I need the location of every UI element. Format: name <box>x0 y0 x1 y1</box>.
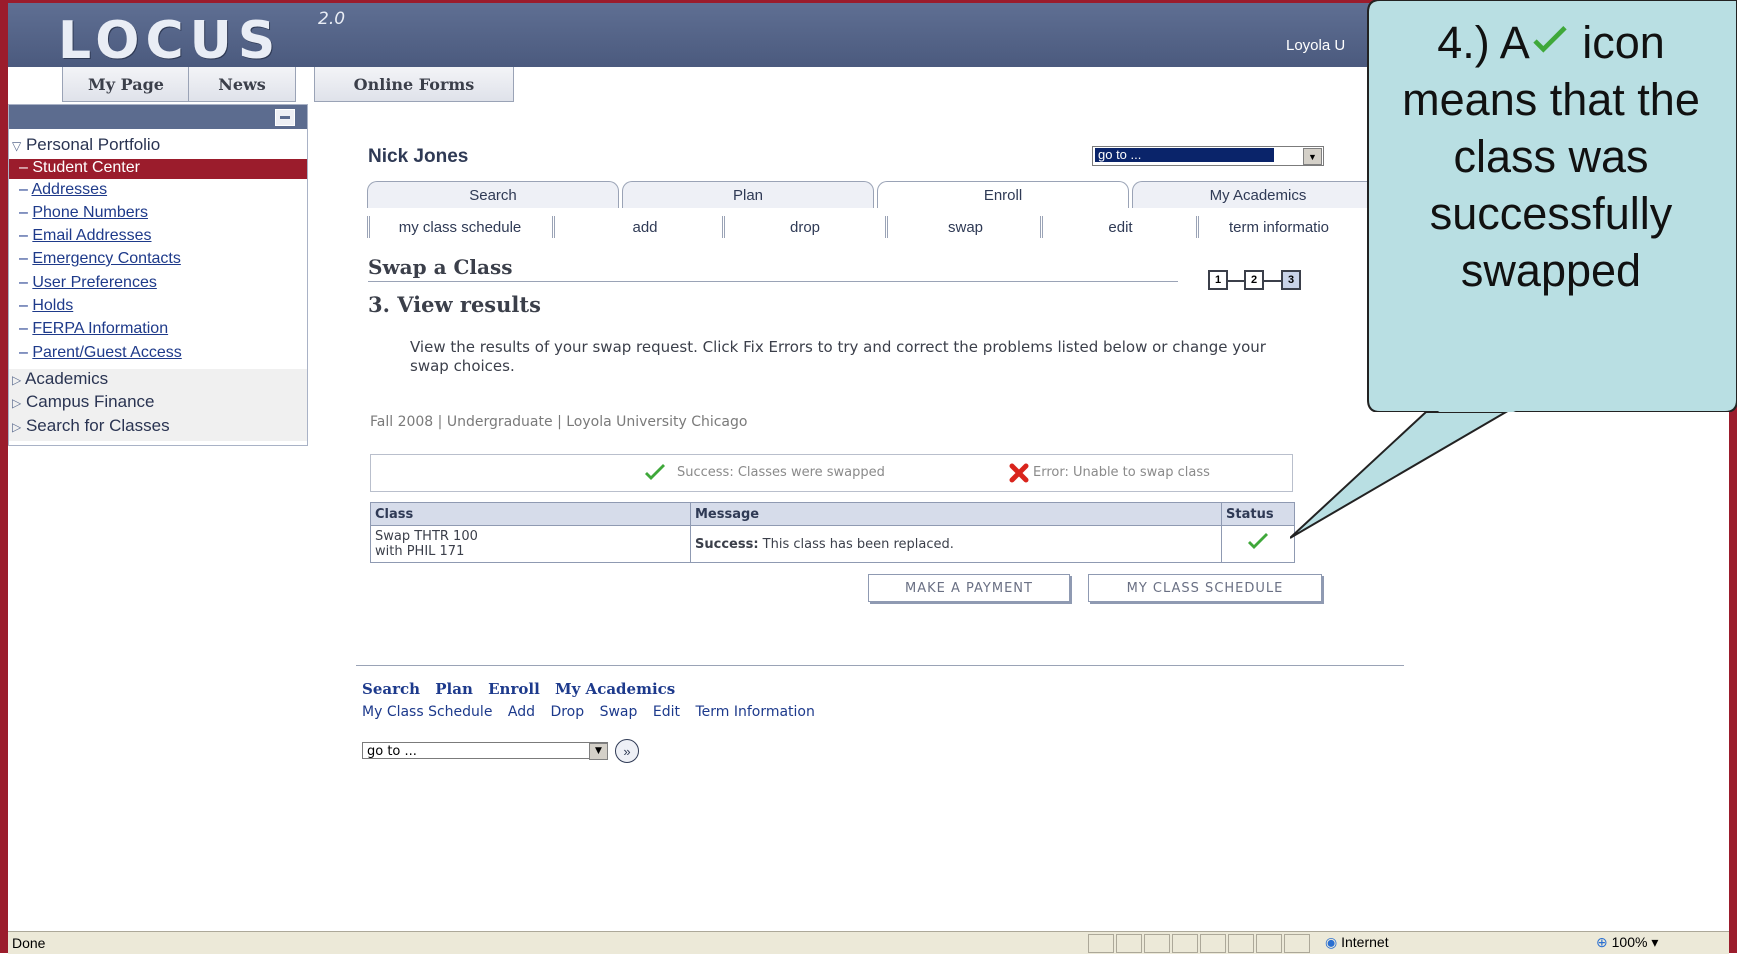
message-cell: Success: This class has been replaced. <box>690 525 1222 563</box>
link-term-information[interactable]: Term Information <box>695 704 814 720</box>
triangle-right-icon: ▷ <box>12 396 22 410</box>
browser-status-bar: Done ◉ Internet ⊕ 100% ▾ <box>8 931 1729 954</box>
footer-links-sub: My Class Schedule Add Drop Swap Edit Ter… <box>362 704 826 720</box>
my-class-schedule-button[interactable]: MY CLASS SCHEDULE <box>1088 574 1322 602</box>
student-name: Nick Jones <box>368 146 469 167</box>
subtab-term-information[interactable]: term informatio <box>1196 216 1359 238</box>
sidebar-header <box>9 105 307 129</box>
subtab-drop[interactable]: drop <box>722 216 885 238</box>
table-header-row: Class Message Status <box>370 502 1295 526</box>
sidebar-item-user-preferences[interactable]: – User Preferences <box>19 274 157 292</box>
tab-my-academics[interactable]: My Academics <box>1132 181 1384 208</box>
sidebar-menu: ▽ Personal Portfolio – Student Center – … <box>8 104 308 446</box>
status-text: Done <box>12 935 46 951</box>
sidebar-section-search-classes[interactable]: ▷ Search for Classes <box>12 416 170 436</box>
goto-select-top[interactable]: go to ... ▼ <box>1092 146 1324 166</box>
app-logo: LOCUS <box>58 11 282 71</box>
subtab-add[interactable]: add <box>552 216 735 238</box>
results-table: Class Message Status Swap THTR 100 with … <box>370 502 1295 563</box>
step-title: 3. View results <box>368 292 541 317</box>
link-enroll[interactable]: Enroll <box>488 680 540 698</box>
sidebar-item-parent-guest[interactable]: – Parent/Guest Access <box>19 344 182 362</box>
internet-zone: ◉ Internet <box>1325 934 1389 950</box>
error-x-icon <box>1009 463 1029 483</box>
sidebar-section-academics[interactable]: ▷ Academics <box>12 369 108 389</box>
organization-name: Loyola U <box>1286 37 1346 54</box>
step-indicator-2: 2 <box>1244 270 1264 290</box>
triangle-down-icon: ▽ <box>12 139 22 153</box>
nav-tab-news[interactable]: News <box>188 67 296 102</box>
link-drop[interactable]: Drop <box>550 704 584 720</box>
status-cell <box>1221 525 1295 563</box>
legend-error: Error: Unable to swap class <box>1033 465 1210 480</box>
page-title: Swap a Class <box>368 255 513 279</box>
sidebar-item-emergency-contacts[interactable]: – Emergency Contacts <box>19 250 181 268</box>
window-frame-left <box>0 0 8 953</box>
tab-plan[interactable]: Plan <box>622 181 874 208</box>
check-icon <box>1533 26 1567 53</box>
sidebar-item-label: Student Center <box>32 159 140 176</box>
tab-search[interactable]: Search <box>367 181 619 208</box>
sidebar-item-student-center[interactable]: – Student Center <box>9 159 307 179</box>
column-header-status: Status <box>1221 502 1295 526</box>
term-info: Fall 2008 | Undergraduate | Loyola Unive… <box>370 414 748 430</box>
instructions: View the results of your swap request. C… <box>410 338 1266 375</box>
subtab-my-class-schedule[interactable]: my class schedule <box>367 216 550 238</box>
nav-tab-online-forms[interactable]: Online Forms <box>314 67 514 102</box>
dropdown-arrow-icon[interactable]: ▼ <box>1303 148 1322 165</box>
column-header-class: Class <box>370 502 691 526</box>
check-icon <box>1248 533 1268 549</box>
status-legend: Success: Classes were swapped Error: Una… <box>370 454 1293 492</box>
collapse-icon[interactable] <box>275 109 295 126</box>
link-plan[interactable]: Plan <box>435 680 473 698</box>
callout-pointer <box>1290 412 1508 539</box>
sidebar-item-ferpa[interactable]: – FERPA Information <box>19 320 168 338</box>
column-header-message: Message <box>690 502 1222 526</box>
zoom-level[interactable]: ⊕ 100% ▾ <box>1596 934 1658 951</box>
link-add[interactable]: Add <box>508 704 535 720</box>
sidebar-item-holds[interactable]: – Holds <box>19 297 73 315</box>
class-cell: Swap THTR 100 with PHIL 171 <box>370 525 691 563</box>
legend-success: Success: Classes were swapped <box>677 465 885 480</box>
link-my-class-schedule[interactable]: My Class Schedule <box>362 704 492 720</box>
globe-icon: ◉ <box>1325 934 1338 950</box>
link-search[interactable]: Search <box>362 680 420 698</box>
goto-select-bottom[interactable]: go to ... ▼ <box>362 742 608 760</box>
footer-links-main: Search Plan Enroll My Academics <box>362 680 685 698</box>
table-row: Swap THTR 100 with PHIL 171 Success: Thi… <box>370 525 1295 563</box>
triangle-right-icon: ▷ <box>12 373 22 387</box>
link-swap[interactable]: Swap <box>600 704 638 720</box>
make-payment-button[interactable]: MAKE A PAYMENT <box>868 574 1070 602</box>
nav-tab-my-page[interactable]: My Page <box>62 67 190 102</box>
tab-enroll[interactable]: Enroll <box>877 181 1129 208</box>
link-edit[interactable]: Edit <box>653 704 680 720</box>
check-icon <box>645 464 665 480</box>
subtab-edit[interactable]: edit <box>1040 216 1198 238</box>
zoom-icon: ⊕ <box>1596 934 1608 950</box>
triangle-right-icon: ▷ <box>12 420 22 434</box>
callout-text: 4.) A icon means that the class was succ… <box>1402 17 1700 296</box>
dropdown-arrow-icon[interactable]: ▼ <box>589 743 608 760</box>
sidebar-section-portfolio[interactable]: ▽ Personal Portfolio <box>12 135 160 155</box>
subtab-swap[interactable]: swap <box>885 216 1043 238</box>
go-button-icon[interactable]: » <box>615 739 639 763</box>
step-indicator-1: 1 <box>1208 270 1228 290</box>
sidebar-item-addresses[interactable]: – Addresses <box>19 181 107 199</box>
step-indicator-3: 3 <box>1281 270 1301 290</box>
link-my-academics[interactable]: My Academics <box>555 680 675 698</box>
sidebar-section-campus-finance[interactable]: ▷ Campus Finance <box>12 392 154 412</box>
app-version: 2.0 <box>318 9 346 29</box>
sidebar-item-phone-numbers[interactable]: – Phone Numbers <box>19 204 148 222</box>
sidebar-item-email-addresses[interactable]: – Email Addresses <box>19 227 152 245</box>
